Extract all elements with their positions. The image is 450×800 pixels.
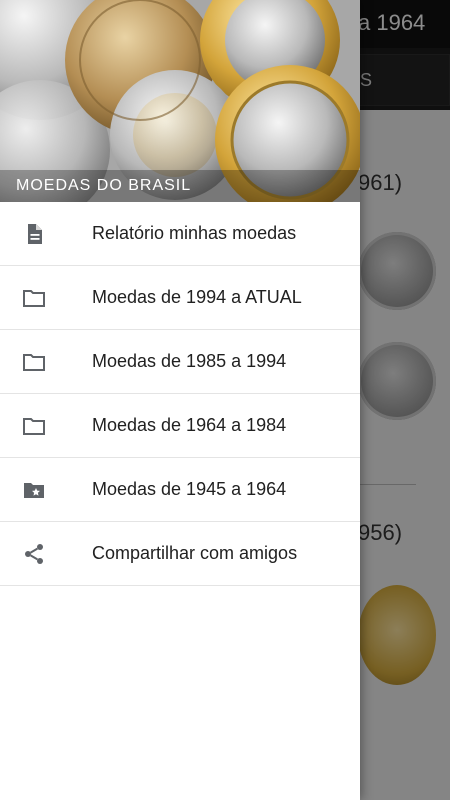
folder-icon <box>23 354 45 371</box>
document-icon <box>28 224 42 244</box>
menu-item-label: Compartilhar com amigos <box>92 543 298 563</box>
navigation-drawer: MOEDAS DO BRASIL Relatório minhas moedas… <box>0 0 360 800</box>
menu-item-1985-1994[interactable]: Moedas de 1985 a 1994 <box>0 330 360 394</box>
menu-item-1945-1964[interactable]: Moedas de 1945 a 1964 <box>0 458 360 522</box>
menu-item-1964-1984[interactable]: Moedas de 1964 a 1984 <box>0 394 360 458</box>
menu-item-label: Relatório minhas moedas <box>92 223 297 243</box>
menu-item-label: Moedas de 1964 a 1984 <box>92 415 287 435</box>
drawer-title: MOEDAS DO BRASIL <box>16 177 192 194</box>
menu-item-label: Moedas de 1945 a 1964 <box>92 479 287 499</box>
menu-item-label: Moedas de 1985 a 1994 <box>92 351 287 371</box>
share-icon <box>25 544 43 564</box>
folder-star-icon <box>24 483 44 498</box>
menu-item-label: Moedas de 1994 a ATUAL <box>92 287 302 307</box>
menu-item-compartilhar[interactable]: Compartilhar com amigos <box>0 522 360 586</box>
menu-item-relatorio[interactable]: Relatório minhas moedas <box>0 202 360 266</box>
drawer-header: MOEDAS DO BRASIL <box>0 0 360 202</box>
menu-item-1994-atual[interactable]: Moedas de 1994 a ATUAL <box>0 266 360 330</box>
folder-icon <box>23 418 45 435</box>
folder-icon <box>23 290 45 307</box>
drawer-menu: Relatório minhas moedas Moedas de 1994 a… <box>0 202 360 586</box>
